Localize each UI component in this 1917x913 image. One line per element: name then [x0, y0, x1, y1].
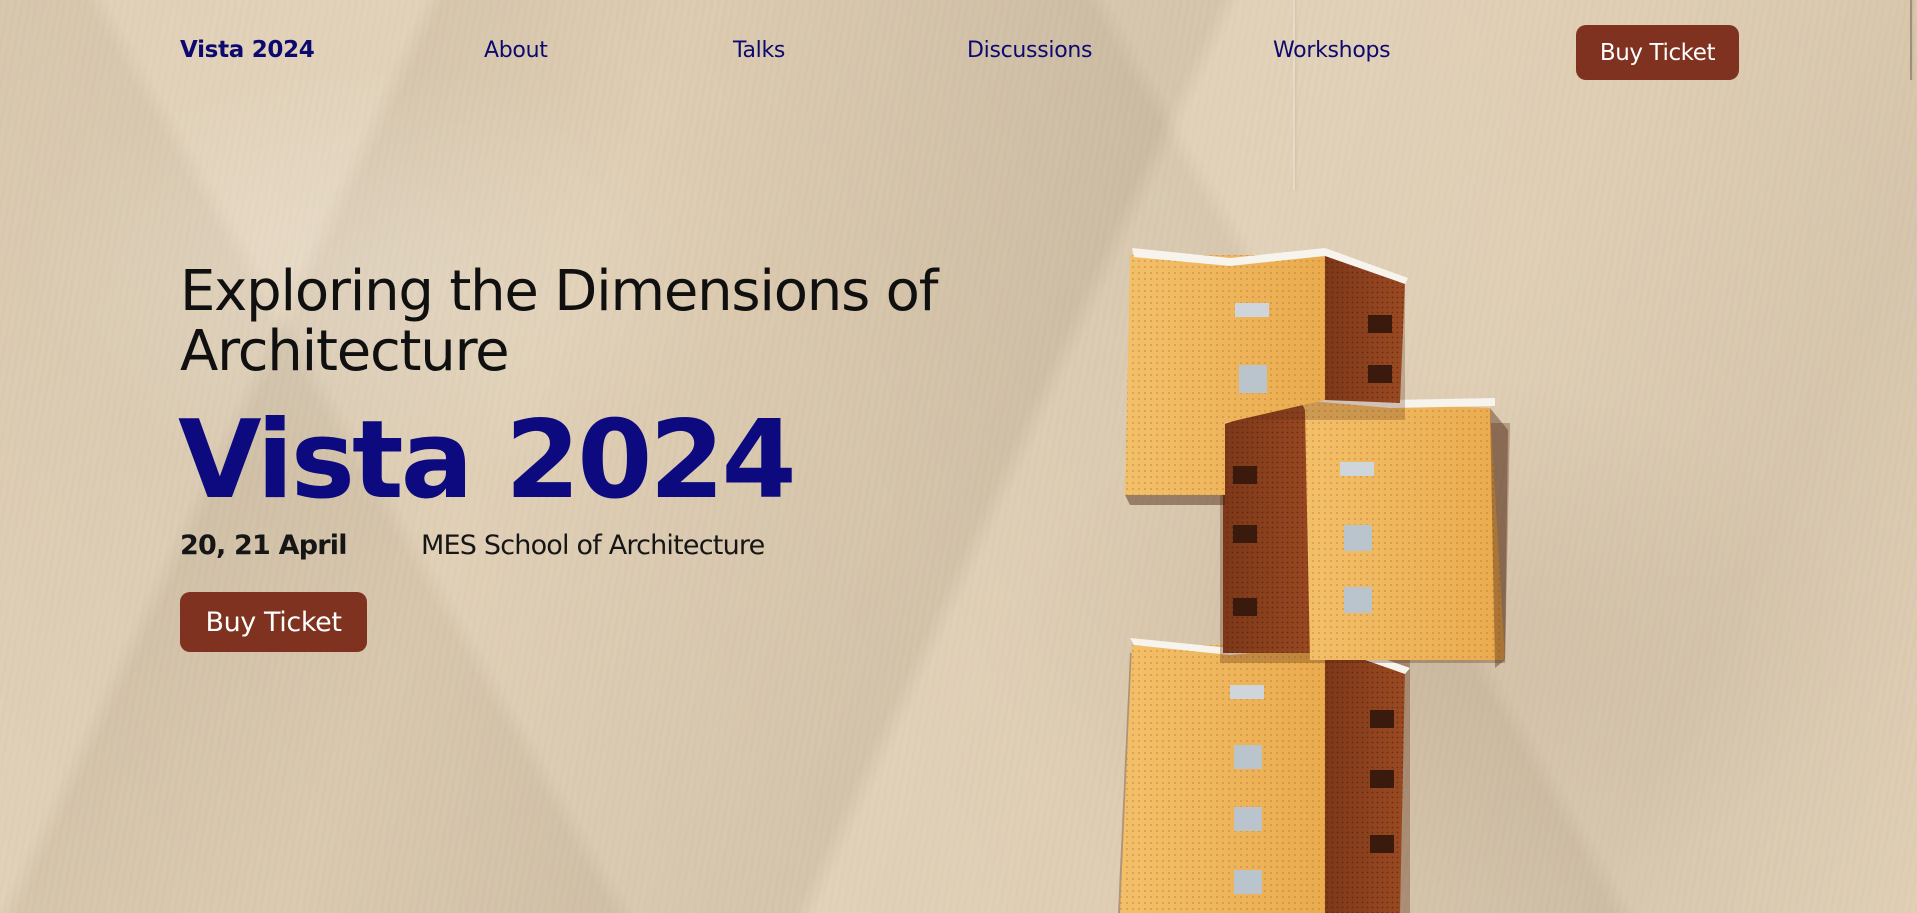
building-block-bottom	[1118, 638, 1410, 913]
event-venue: MES School of Architecture	[421, 530, 765, 561]
building-image	[1118, 248, 1510, 913]
building-block-middle	[1220, 392, 1510, 668]
nav-buy-ticket-button[interactable]: Buy Ticket	[1576, 25, 1739, 80]
hero-buy-ticket-button[interactable]: Buy Ticket	[180, 592, 367, 652]
hero-title: Vista 2024	[178, 398, 797, 523]
hero-subtitle: Exploring the Dimensions of Architecture	[180, 259, 938, 384]
brand-logo[interactable]: Vista 2024	[180, 37, 315, 63]
nav-link-workshops[interactable]: Workshops	[1273, 38, 1391, 63]
nav-link-discussions[interactable]: Discussions	[967, 38, 1092, 63]
event-date: 20, 21 April	[180, 530, 347, 561]
nav-link-about[interactable]: About	[484, 38, 548, 63]
top-navigation: Vista 2024 About Talks Discussions Works…	[0, 0, 1917, 106]
nav-link-talks[interactable]: Talks	[733, 38, 785, 63]
